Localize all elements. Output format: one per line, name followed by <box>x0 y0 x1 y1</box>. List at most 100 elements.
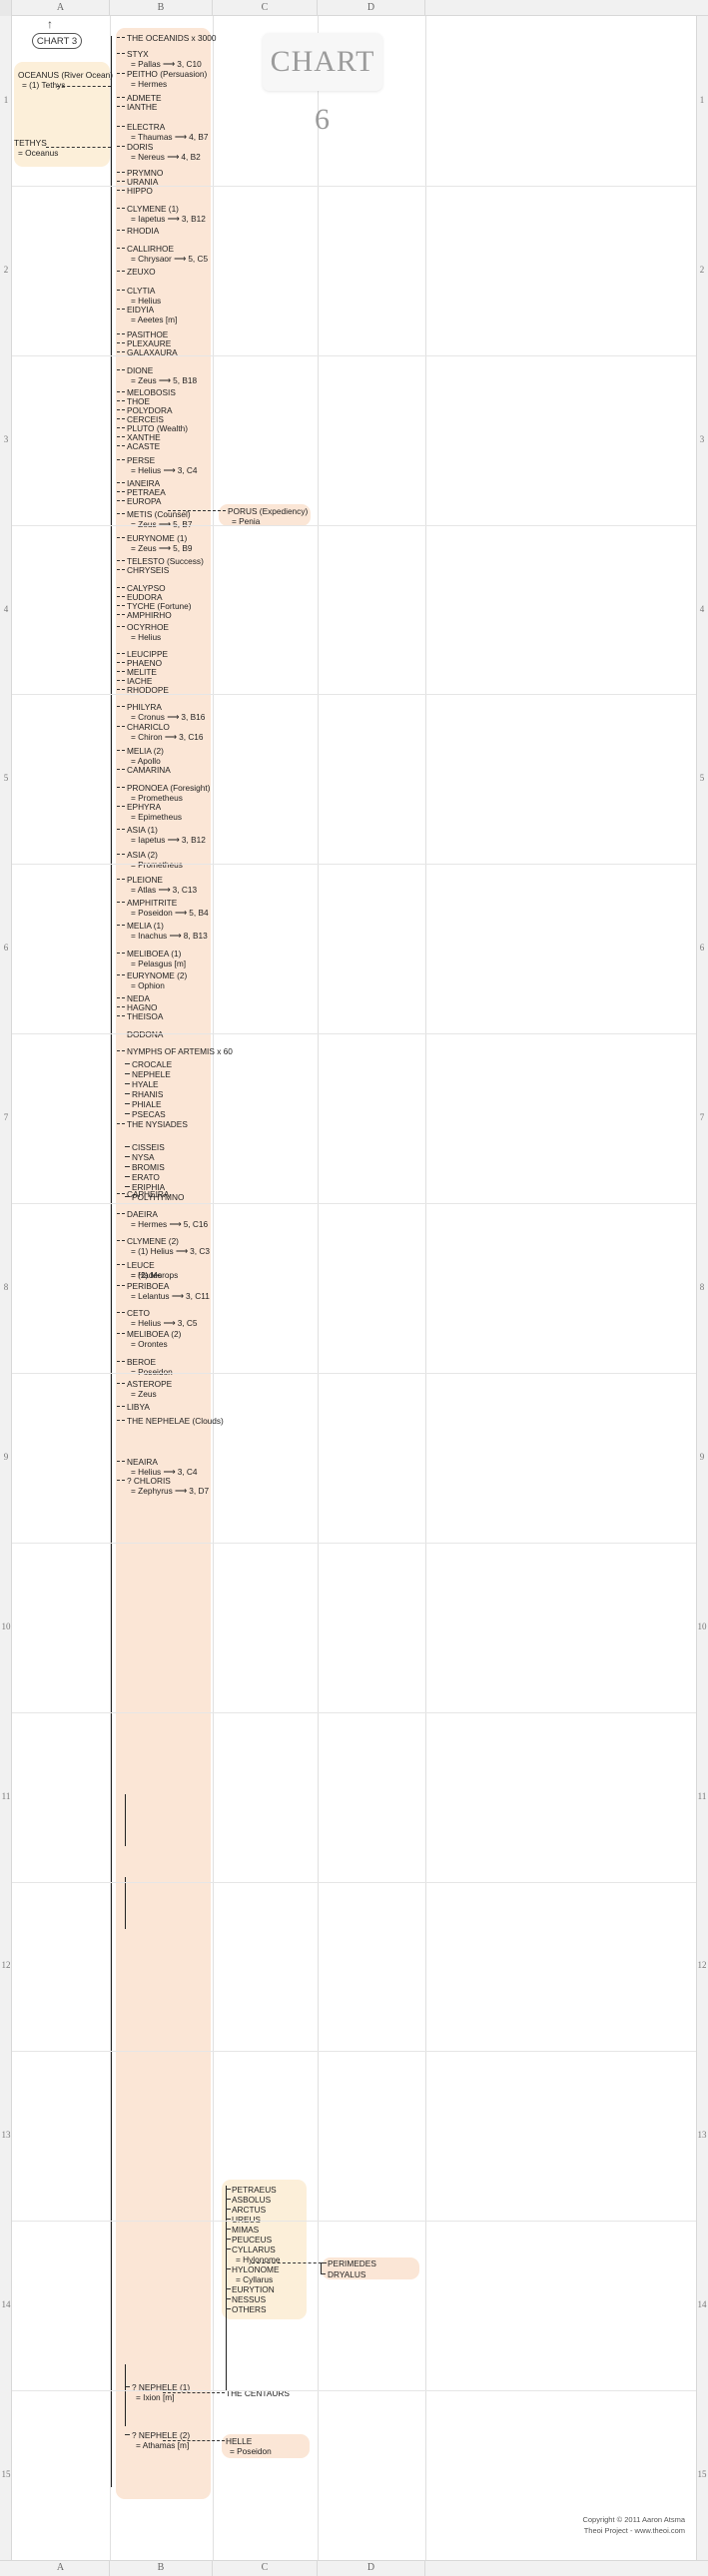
tick-tyche-fortune <box>117 605 125 606</box>
row-header-2[interactable]: 2 <box>0 265 12 275</box>
artemis-rhanis: RHANIS <box>132 1089 164 1099</box>
tick-styx <box>117 53 125 54</box>
entry-name: IANTHE <box>127 102 158 112</box>
entry-spouse: = Prometheus <box>131 860 183 870</box>
row-header-11[interactable]: 11 <box>696 1791 708 1801</box>
entry-spouse: = (1) Helius ⟶ 3, C3 <box>131 1246 210 1256</box>
tick-camarina <box>117 769 125 770</box>
tick-electra <box>117 126 125 127</box>
gridline-row <box>12 2051 696 2052</box>
entry-centaur-eurytion: EURYTION <box>232 2284 275 2294</box>
entry-name: PERIBOEA <box>127 1281 170 1291</box>
column-header-a[interactable]: A <box>12 0 110 16</box>
column-header-d[interactable]: D <box>318 0 425 16</box>
row-header-14[interactable]: 14 <box>0 2299 12 2309</box>
entry-name: OCYRHOE <box>127 622 169 632</box>
row-header-10[interactable]: 10 <box>696 1621 708 1631</box>
row-header-11[interactable]: 11 <box>0 1791 12 1801</box>
nysiades-branch-spine <box>125 1877 126 1929</box>
entry-name: LEUCE <box>127 1260 155 1270</box>
tick-amphitrite <box>117 902 125 903</box>
entry-centaur-asbolus: ASBOLUS <box>232 2195 271 2205</box>
column-footer-d[interactable]: D <box>318 2560 425 2576</box>
row-header-3[interactable]: 3 <box>0 434 12 444</box>
entry-name: NEAIRA <box>127 1457 158 1467</box>
entry-helle-spouse: = Poseidon <box>230 2446 272 2456</box>
entry-libya: LIBYA <box>127 1402 150 1412</box>
column-footer-c[interactable]: C <box>213 2560 318 2576</box>
gridline-row <box>12 1543 696 1544</box>
row-header-12[interactable]: 12 <box>696 1960 708 1970</box>
row-header-8[interactable]: 8 <box>0 1282 12 1292</box>
nysiades-cisseis: CISSEIS <box>132 1142 165 1152</box>
row-header-9[interactable]: 9 <box>696 1452 708 1462</box>
entry-acaste: ACASTE <box>127 441 160 451</box>
row-header-6[interactable]: 6 <box>0 943 12 953</box>
row-header-9[interactable]: 9 <box>0 1452 12 1462</box>
tick-centaur-petraeus <box>226 2189 231 2190</box>
entry-name: CETO <box>127 1308 150 1318</box>
tick-doris <box>117 146 125 147</box>
entry-spouse: = Helius <box>131 632 162 642</box>
artemis-nephele: NEPHELE <box>132 1069 171 1079</box>
gridline-col-b-c <box>213 16 214 2560</box>
entry-name: THE OCEANIDS x 3000 <box>127 33 217 43</box>
entry-daeira: DAEIRA = Hermes ⟶ 5, C16 <box>127 1209 208 1229</box>
entry-callirhoe: CALLIRHOE = Chrysaor ⟶ 5, C5 <box>127 244 208 264</box>
row-header-7[interactable]: 7 <box>696 1112 708 1122</box>
tick-meliboea-1 <box>117 953 125 954</box>
row-header-4[interactable]: 4 <box>696 604 708 614</box>
entry-eurynome-2: EURYNOME (2) = Ophion <box>127 970 187 990</box>
entry-peitho-persuasion: PEITHO (Persuasion) = Hermes <box>127 69 207 89</box>
row-header-13[interactable]: 13 <box>696 2130 708 2140</box>
entry-name: ELECTRA <box>127 122 166 132</box>
row-header-15[interactable]: 15 <box>0 2469 12 2479</box>
entry-spouse: = Zeus <box>131 1389 157 1399</box>
gridline-row <box>12 1882 696 1883</box>
row-header-6[interactable]: 6 <box>696 943 708 953</box>
tick-plexaure <box>117 342 125 343</box>
row-header-5[interactable]: 5 <box>0 773 12 783</box>
tick-hippo <box>117 190 125 191</box>
row-header-10[interactable]: 10 <box>0 1621 12 1631</box>
select-all-corner[interactable] <box>0 0 12 16</box>
tick-philyra <box>117 706 125 707</box>
entry-the-nysiades: THE NYSIADES <box>127 1119 188 1129</box>
row-header-2[interactable]: 2 <box>696 265 708 275</box>
column-footer-b[interactable]: B <box>110 2560 213 2576</box>
column-header-b[interactable]: B <box>110 0 213 16</box>
column-header-c[interactable]: C <box>213 0 318 16</box>
tick-melia-1 <box>117 925 125 926</box>
entry-name: PHILYRA <box>127 702 162 712</box>
copyright-notice: Copyright © 2011 Aaron Atsma Theoi Proje… <box>385 2514 685 2536</box>
row-header-1[interactable]: 1 <box>0 95 12 105</box>
gridline-row <box>12 1712 696 1713</box>
entry-amphitrite: AMPHITRITE = Poseidon ⟶ 5, B4 <box>127 898 209 918</box>
row-header-14[interactable]: 14 <box>696 2299 708 2309</box>
row-header-8[interactable]: 8 <box>696 1282 708 1292</box>
entry-name: CLYMENE (2) <box>127 1236 179 1246</box>
entry-name: PETRAEUS <box>232 2185 277 2195</box>
row-header-5[interactable]: 5 <box>696 773 708 783</box>
column-footer-a[interactable]: A <box>12 2560 110 2576</box>
tick-neaira <box>117 1461 125 1462</box>
entry-spouse: = Hermes <box>131 79 168 89</box>
entry-name: RHODIA <box>127 226 160 236</box>
row-header-7[interactable]: 7 <box>0 1112 12 1122</box>
row-header-12[interactable]: 12 <box>0 1960 12 1970</box>
tick-ianeira <box>117 482 125 483</box>
row-header-13[interactable]: 13 <box>0 2130 12 2140</box>
tick-metis-counsel <box>117 513 125 514</box>
row-header-15[interactable]: 15 <box>696 2469 708 2479</box>
row-header-1[interactable]: 1 <box>696 95 708 105</box>
row-header-4[interactable]: 4 <box>0 604 12 614</box>
entry-styx: STYX = Pallas ⟶ 3, C10 <box>127 49 202 69</box>
chart-3-link[interactable]: CHART 3 <box>32 33 82 49</box>
entry-spouse: = Cronus ⟶ 3, B16 <box>131 712 206 722</box>
row-header-3[interactable]: 3 <box>696 434 708 444</box>
entry-spouse: = Pelasgus [m] <box>131 959 187 968</box>
gridline-row <box>12 864 696 865</box>
entry-dryalus: DRYALUS <box>328 2269 366 2279</box>
entry-name: OTHERS <box>232 2304 267 2314</box>
gridline-row <box>12 1373 696 1374</box>
